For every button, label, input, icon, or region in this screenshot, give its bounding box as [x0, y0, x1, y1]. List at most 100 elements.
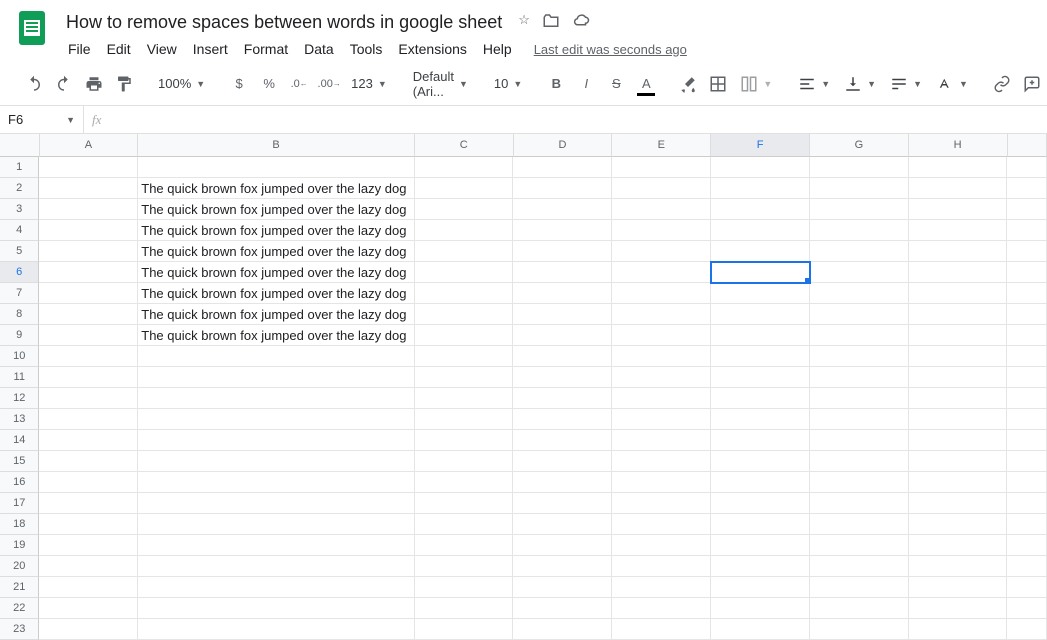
cell-E8[interactable]: [612, 304, 711, 325]
cell-E5[interactable]: [612, 241, 711, 262]
cell-B5[interactable]: The quick brown fox jumped over the lazy…: [138, 241, 414, 262]
cell-G3[interactable]: [810, 199, 909, 220]
cell-B13[interactable]: [138, 409, 414, 430]
sheets-logo[interactable]: [12, 8, 52, 48]
cell-A6[interactable]: [39, 262, 138, 283]
cell-D8[interactable]: [513, 304, 612, 325]
cell-C14[interactable]: [415, 430, 514, 451]
column-header-B[interactable]: B: [138, 134, 415, 157]
cell-F18[interactable]: [711, 514, 810, 535]
cell-extra-3[interactable]: [1007, 199, 1047, 220]
cell-E16[interactable]: [612, 472, 711, 493]
cell-B21[interactable]: [138, 577, 414, 598]
cell-B3[interactable]: The quick brown fox jumped over the lazy…: [138, 199, 414, 220]
cell-D7[interactable]: [513, 283, 612, 304]
column-header-C[interactable]: C: [415, 134, 514, 157]
row-header-12[interactable]: 12: [0, 388, 39, 409]
cell-C15[interactable]: [415, 451, 514, 472]
insert-link-button[interactable]: [988, 70, 1016, 98]
cell-E23[interactable]: [612, 619, 711, 640]
cell-F2[interactable]: [711, 178, 810, 199]
cell-C3[interactable]: [415, 199, 514, 220]
cell-A17[interactable]: [39, 493, 138, 514]
zoom-dropdown[interactable]: 100%▼: [152, 70, 211, 98]
cell-A3[interactable]: [39, 199, 138, 220]
cell-F3[interactable]: [711, 199, 810, 220]
cell-F17[interactable]: [711, 493, 810, 514]
move-icon[interactable]: [542, 12, 560, 33]
row-header-8[interactable]: 8: [0, 304, 39, 325]
cell-C20[interactable]: [415, 556, 514, 577]
cell-H9[interactable]: [909, 325, 1008, 346]
row-header-5[interactable]: 5: [0, 241, 39, 262]
cell-D3[interactable]: [513, 199, 612, 220]
cell-D22[interactable]: [513, 598, 612, 619]
cell-extra-10[interactable]: [1007, 346, 1047, 367]
cell-G2[interactable]: [810, 178, 909, 199]
last-edit-link[interactable]: Last edit was seconds ago: [534, 42, 687, 57]
cell-C16[interactable]: [415, 472, 514, 493]
cell-A18[interactable]: [39, 514, 138, 535]
cell-G9[interactable]: [810, 325, 909, 346]
cell-F14[interactable]: [711, 430, 810, 451]
cell-F7[interactable]: [711, 283, 810, 304]
cell-extra-8[interactable]: [1007, 304, 1047, 325]
cell-H2[interactable]: [909, 178, 1008, 199]
cell-G15[interactable]: [810, 451, 909, 472]
cell-C12[interactable]: [415, 388, 514, 409]
cell-A22[interactable]: [39, 598, 138, 619]
cell-extra-23[interactable]: [1007, 619, 1047, 640]
cell-A13[interactable]: [39, 409, 138, 430]
row-header-6[interactable]: 6: [0, 262, 39, 283]
cell-B19[interactable]: [138, 535, 414, 556]
cell-H18[interactable]: [909, 514, 1008, 535]
row-header-9[interactable]: 9: [0, 325, 39, 346]
cell-extra-16[interactable]: [1007, 472, 1047, 493]
cell-E17[interactable]: [612, 493, 711, 514]
cell-D19[interactable]: [513, 535, 612, 556]
cell-H21[interactable]: [909, 577, 1008, 598]
cell-extra-7[interactable]: [1007, 283, 1047, 304]
spreadsheet-grid[interactable]: ABCDEFGH 12The quick brown fox jumped ov…: [0, 134, 1047, 640]
cell-B2[interactable]: The quick brown fox jumped over the lazy…: [138, 178, 414, 199]
cell-B10[interactable]: [138, 346, 414, 367]
cell-B16[interactable]: [138, 472, 414, 493]
row-header-19[interactable]: 19: [0, 535, 39, 556]
cell-G13[interactable]: [810, 409, 909, 430]
cell-extra-13[interactable]: [1007, 409, 1047, 430]
cell-H8[interactable]: [909, 304, 1008, 325]
cell-E1[interactable]: [612, 157, 711, 178]
cell-H7[interactable]: [909, 283, 1008, 304]
cell-B18[interactable]: [138, 514, 414, 535]
font-dropdown[interactable]: Default (Ari...▼: [407, 70, 474, 98]
cell-B7[interactable]: The quick brown fox jumped over the lazy…: [138, 283, 414, 304]
cell-C7[interactable]: [415, 283, 514, 304]
cell-A15[interactable]: [39, 451, 138, 472]
cell-G12[interactable]: [810, 388, 909, 409]
menu-view[interactable]: View: [139, 37, 185, 61]
cell-A4[interactable]: [39, 220, 138, 241]
cell-F23[interactable]: [711, 619, 810, 640]
font-size-dropdown[interactable]: 10▼: [488, 70, 528, 98]
fill-color-button[interactable]: [674, 70, 702, 98]
cell-extra-15[interactable]: [1007, 451, 1047, 472]
menu-format[interactable]: Format: [236, 37, 296, 61]
cell-H13[interactable]: [909, 409, 1008, 430]
cell-E6[interactable]: [612, 262, 711, 283]
cell-extra-9[interactable]: [1007, 325, 1047, 346]
cell-B20[interactable]: [138, 556, 414, 577]
borders-button[interactable]: [704, 70, 732, 98]
menu-extensions[interactable]: Extensions: [390, 37, 474, 61]
merge-cells-button[interactable]: ▼: [734, 70, 778, 98]
cell-C22[interactable]: [415, 598, 514, 619]
menu-help[interactable]: Help: [475, 37, 520, 61]
star-icon[interactable]: ☆: [518, 12, 530, 33]
text-wrap-button[interactable]: ▼: [884, 70, 928, 98]
document-title[interactable]: How to remove spaces between words in go…: [60, 10, 508, 35]
cell-C19[interactable]: [415, 535, 514, 556]
cell-B1[interactable]: [138, 157, 414, 178]
cell-D9[interactable]: [513, 325, 612, 346]
cell-H22[interactable]: [909, 598, 1008, 619]
cell-G18[interactable]: [810, 514, 909, 535]
cell-C11[interactable]: [415, 367, 514, 388]
